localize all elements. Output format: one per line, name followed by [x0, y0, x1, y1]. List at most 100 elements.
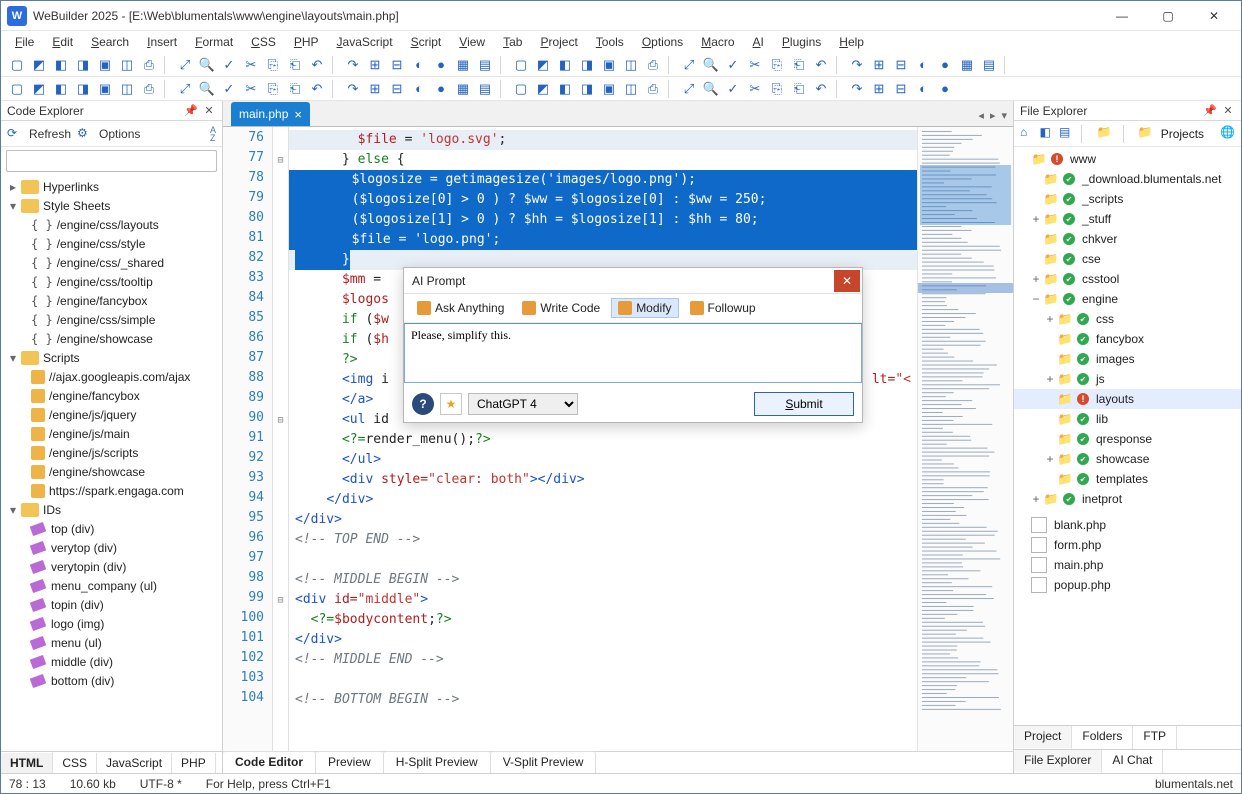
editor-tab-main[interactable]: main.php × [231, 102, 310, 126]
ce-node[interactable]: https://spark.engaga.com [1, 481, 222, 500]
toolbar-btn-tb2-26[interactable]: ◫ [621, 79, 641, 99]
ai-action-followup[interactable]: Followup [683, 298, 763, 318]
ce-node[interactable]: middle (div) [1, 652, 222, 671]
ft-file[interactable]: popup.php [1014, 575, 1241, 595]
minimap[interactable] [917, 127, 1013, 751]
ft-folder[interactable]: +📁js [1014, 369, 1241, 389]
globe-icon[interactable]: 🌐 [1220, 125, 1235, 143]
toolbar-btn-tb1-21[interactable]: ▢ [511, 55, 531, 75]
ft-folder[interactable]: 📁images [1014, 349, 1241, 369]
toolbar-btn-tb2-11[interactable]: ⎘ [263, 79, 283, 99]
toolbar-btn-tb2-30[interactable]: ✓ [723, 79, 743, 99]
rtabs1-ftp[interactable]: FTP [1133, 726, 1177, 749]
toolbar-btn-tb1-37[interactable]: ⊟ [891, 55, 911, 75]
ft-folder[interactable]: +📁inetprot [1014, 489, 1241, 509]
ce-node[interactable]: menu_company (ul) [1, 576, 222, 595]
menu-options[interactable]: Options [634, 33, 691, 51]
ft-folder[interactable]: +📁_stuff [1014, 209, 1241, 229]
ft-folder[interactable]: 📁templates [1014, 469, 1241, 489]
ce-node[interactable]: /engine/showcase [1, 462, 222, 481]
ce-node[interactable]: top (div) [1, 519, 222, 538]
toolbar-btn-tb2-10[interactable]: ✂ [241, 79, 261, 99]
ft-folder[interactable]: 📁fancybox [1014, 329, 1241, 349]
ai-model-select[interactable]: ChatGPT 4 [468, 393, 578, 415]
ce-node[interactable]: verytop (div) [1, 538, 222, 557]
pin-icon[interactable]: 📌 [1203, 104, 1217, 118]
projects-icon[interactable]: 📁 [1138, 125, 1153, 143]
search-input[interactable] [6, 150, 217, 172]
toolbar-btn-tb2-20[interactable]: ▤ [475, 79, 495, 99]
rtabs1-folders[interactable]: Folders [1072, 726, 1133, 749]
tab-close-icon[interactable]: × [294, 107, 302, 122]
ce-node[interactable]: { }/engine/showcase [1, 329, 222, 348]
menu-macro[interactable]: Macro [693, 33, 742, 51]
menu-css[interactable]: CSS [243, 33, 284, 51]
home-icon[interactable]: ⌂ [1020, 125, 1031, 143]
toolbar-btn-tb1-16[interactable]: ⊟ [387, 55, 407, 75]
ce-node[interactable]: /engine/js/scripts [1, 443, 222, 462]
panel-close-icon[interactable]: ✕ [202, 104, 216, 118]
toolbar-btn-tb1-12[interactable]: ⎗ [285, 55, 305, 75]
toolbar-btn-tb1-35[interactable]: ↷ [847, 55, 867, 75]
toolbar-btn-tb1-24[interactable]: ◨ [577, 55, 597, 75]
toolbar-btn-tb2-4[interactable]: ▣ [95, 79, 115, 99]
ft-folder[interactable]: +📁css [1014, 309, 1241, 329]
ce-node[interactable]: { }/engine/css/simple [1, 310, 222, 329]
lang-tab-javascript[interactable]: JavaScript [97, 753, 172, 773]
toolbar-btn-tb2-31[interactable]: ✂ [745, 79, 765, 99]
toolbar-btn-tb2-8[interactable]: 🔍 [197, 79, 217, 99]
toolbar-btn-tb2-21[interactable]: ▢ [511, 79, 531, 99]
toolbar-btn-tb2-39[interactable]: ● [935, 79, 955, 99]
ft-folder[interactable]: −📁engine [1014, 289, 1241, 309]
toolbar-btn-tb2-17[interactable]: ◐ [409, 79, 429, 99]
lang-tab-css[interactable]: CSS [53, 753, 97, 773]
toolbar-btn-tb1-22[interactable]: ◩ [533, 55, 553, 75]
toolbar-btn-tb2-27[interactable]: ⎙ [643, 79, 663, 99]
ce-node[interactable]: bottom (div) [1, 671, 222, 690]
toolbar-btn-tb1-11[interactable]: ⎘ [263, 55, 283, 75]
editor-tab-v-split-preview[interactable]: V-Split Preview [491, 751, 597, 773]
lang-tab-html[interactable]: HTML [1, 753, 53, 773]
toolbar-btn-tb2-28[interactable]: ⤢ [679, 79, 699, 99]
ce-node[interactable]: verytopin (div) [1, 557, 222, 576]
ft-folder[interactable]: 📁lib [1014, 409, 1241, 429]
ft-folder[interactable]: 📁chkver [1014, 229, 1241, 249]
ft-folder[interactable]: 📁qresponse [1014, 429, 1241, 449]
toolbar-btn-tb2-7[interactable]: ⤢ [175, 79, 195, 99]
menu-tools[interactable]: Tools [588, 33, 632, 51]
ce-node[interactable]: ▾Style Sheets [1, 196, 222, 215]
menu-project[interactable]: Project [532, 33, 585, 51]
toolbar-btn-tb2-1[interactable]: ◩ [29, 79, 49, 99]
toolbar-btn-tb2-13[interactable]: ↶ [307, 79, 327, 99]
ce-node[interactable]: /engine/js/main [1, 424, 222, 443]
menu-script[interactable]: Script [403, 33, 450, 51]
toolbar-btn-tb1-18[interactable]: ● [431, 55, 451, 75]
menu-javascript[interactable]: JavaScript [329, 33, 401, 51]
toolbar-btn-tb1-2[interactable]: ◧ [51, 55, 71, 75]
ce-node[interactable]: { }/engine/css/style [1, 234, 222, 253]
ce-node[interactable]: /engine/js/jquery [1, 405, 222, 424]
toolbar-btn-tb2-29[interactable]: 🔍 [701, 79, 721, 99]
toolbar-btn-tb1-20[interactable]: ▤ [475, 55, 495, 75]
toolbar-btn-tb1-3[interactable]: ◨ [73, 55, 93, 75]
toolbar-btn-tb2-16[interactable]: ⊟ [387, 79, 407, 99]
menu-tab[interactable]: Tab [495, 33, 530, 51]
editor-tab-h-split-preview[interactable]: H-Split Preview [384, 751, 491, 773]
toolbar-btn-tb1-29[interactable]: 🔍 [701, 55, 721, 75]
toolbar-btn-tb2-33[interactable]: ⎗ [789, 79, 809, 99]
options-icon[interactable]: ⚙ [77, 126, 93, 142]
menu-edit[interactable]: Edit [44, 33, 81, 51]
editor-tab-preview[interactable]: Preview [316, 751, 384, 773]
fold-gutter[interactable]: ⊟⊟⊟ [273, 127, 289, 751]
ft-file[interactable]: blank.php [1014, 515, 1241, 535]
toolbar-btn-tb1-23[interactable]: ◧ [555, 55, 575, 75]
toolbar-btn-tb1-27[interactable]: ⎙ [643, 55, 663, 75]
toolbar-btn-tb2-38[interactable]: ◐ [913, 79, 933, 99]
toolbar-btn-tb2-5[interactable]: ◫ [117, 79, 137, 99]
toolbar-btn-tb2-0[interactable]: ▢ [7, 79, 27, 99]
toolbar-btn-tb2-9[interactable]: ✓ [219, 79, 239, 99]
lang-tab-php[interactable]: PHP [172, 753, 216, 773]
pin-icon[interactable]: 📌 [184, 104, 198, 118]
toolbar-btn-tb2-15[interactable]: ⊞ [365, 79, 385, 99]
ai-prompt-textarea[interactable] [404, 323, 862, 383]
